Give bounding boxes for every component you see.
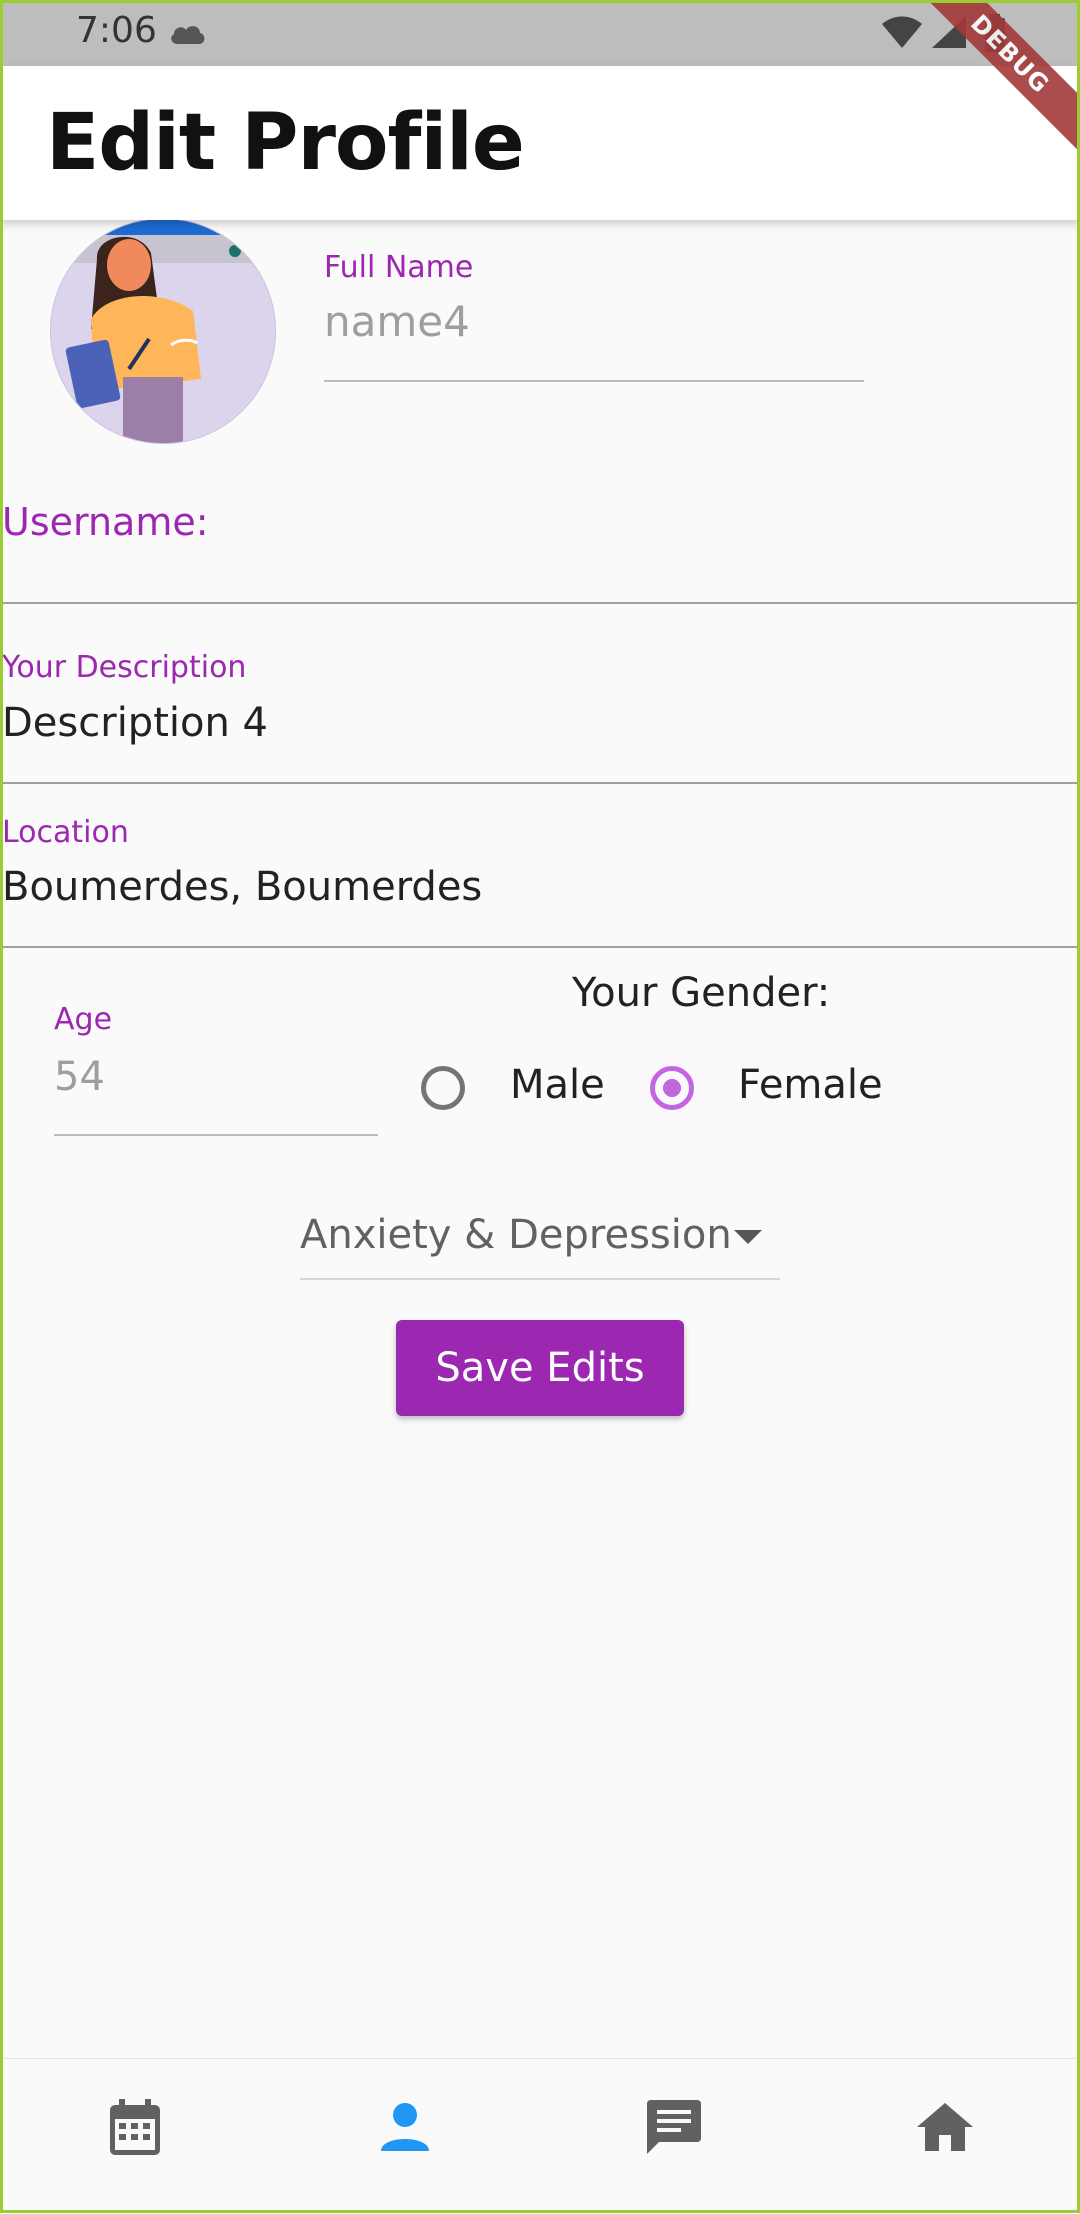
- gender-label-male[interactable]: Male: [510, 1062, 605, 1108]
- full-name-underline: [324, 380, 864, 382]
- gender-radio-female[interactable]: [650, 1066, 694, 1110]
- condition-dropdown-underline: [300, 1278, 780, 1280]
- condition-dropdown-value: Anxiety & Depression: [300, 1212, 732, 1258]
- description-underline: [0, 782, 1080, 784]
- age-underline: [54, 1134, 378, 1136]
- nav-item-calendar[interactable]: [95, 2087, 175, 2167]
- location-input[interactable]: Boumerdes, Boumerdes: [2, 864, 482, 910]
- location-label: Location: [2, 815, 129, 850]
- nav-item-chat[interactable]: [634, 2087, 714, 2167]
- avatar-illustration: [51, 219, 275, 443]
- debug-banner-label: DEBUG: [910, 0, 1080, 161]
- nav-item-home[interactable]: [905, 2087, 985, 2167]
- location-underline: [0, 946, 1080, 948]
- full-name-field[interactable]: Full Name name4: [324, 250, 864, 382]
- chevron-down-icon: [734, 1230, 762, 1244]
- username-field[interactable]: Username:: [2, 500, 209, 544]
- gender-title: Your Gender:: [572, 970, 831, 1016]
- page-title: Edit Profile: [46, 98, 525, 188]
- calendar-icon: [110, 2099, 160, 2155]
- debug-banner: DEBUG: [910, 0, 1080, 170]
- chat-icon: [647, 2100, 701, 2154]
- full-name-label: Full Name: [324, 250, 474, 285]
- gender-radio-male[interactable]: [421, 1066, 465, 1110]
- bottom-navigation: [0, 2058, 1080, 2214]
- full-name-input[interactable]: name4: [324, 297, 864, 346]
- profile-avatar[interactable]: [50, 218, 276, 444]
- age-input[interactable]: 54: [54, 1054, 105, 1100]
- cloud-icon: [171, 26, 205, 44]
- nav-item-profile[interactable]: [365, 2087, 445, 2167]
- save-edits-button[interactable]: Save Edits: [396, 1320, 684, 1416]
- gender-label-female[interactable]: Female: [738, 1062, 883, 1108]
- description-label: Your Description: [2, 650, 247, 685]
- status-time: 7:06: [76, 10, 157, 51]
- username-underline: [0, 602, 1080, 604]
- person-icon: [381, 2103, 429, 2151]
- age-label: Age: [54, 1002, 113, 1037]
- condition-dropdown[interactable]: Anxiety & Depression: [300, 1206, 780, 1280]
- home-icon: [917, 2103, 973, 2151]
- description-input[interactable]: Description 4: [2, 700, 268, 746]
